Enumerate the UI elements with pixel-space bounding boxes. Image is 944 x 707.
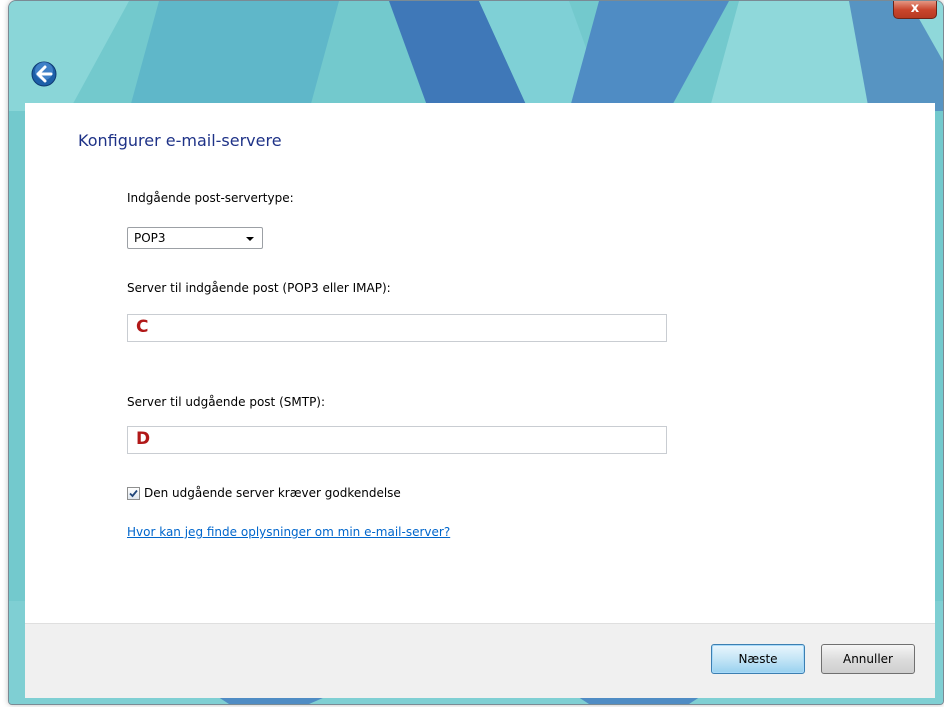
incoming-server-label: Server til indgående post (POP3 eller IM…: [127, 281, 391, 295]
cancel-button[interactable]: Annuller: [821, 644, 915, 674]
checkmark-icon: [129, 489, 138, 497]
wizard-footer: Næste Annuller: [25, 623, 935, 698]
outgoing-server-label: Server til udgående post (SMTP):: [127, 395, 326, 409]
help-link[interactable]: Hvor kan jeg finde oplysninger om min e-…: [127, 525, 450, 539]
chevron-down-icon: [246, 237, 254, 241]
close-button[interactable]: x: [893, 1, 937, 19]
page-title: Konfigurer e-mail-servere: [78, 131, 282, 150]
incoming-type-value: POP3: [134, 231, 166, 245]
incoming-type-select[interactable]: POP3: [127, 227, 263, 249]
outgoing-server-value: D: [136, 429, 151, 449]
wizard-window: x Konfigurer e-mail-servere Indgående po…: [8, 0, 944, 705]
incoming-type-label: Indgående post-servertype:: [127, 191, 294, 205]
auth-checkbox-label: Den udgående server kræver godkendelse: [144, 486, 401, 500]
next-button[interactable]: Næste: [711, 644, 805, 674]
auth-checkbox-row[interactable]: Den udgående server kræver godkendelse: [127, 485, 401, 501]
outgoing-server-input[interactable]: D: [127, 426, 667, 454]
incoming-server-input[interactable]: C: [127, 314, 667, 342]
back-arrow-icon[interactable]: [31, 61, 57, 87]
incoming-server-value: C: [136, 317, 149, 337]
wizard-content: Konfigurer e-mail-servere Indgående post…: [25, 103, 935, 623]
auth-checkbox[interactable]: [127, 486, 140, 500]
